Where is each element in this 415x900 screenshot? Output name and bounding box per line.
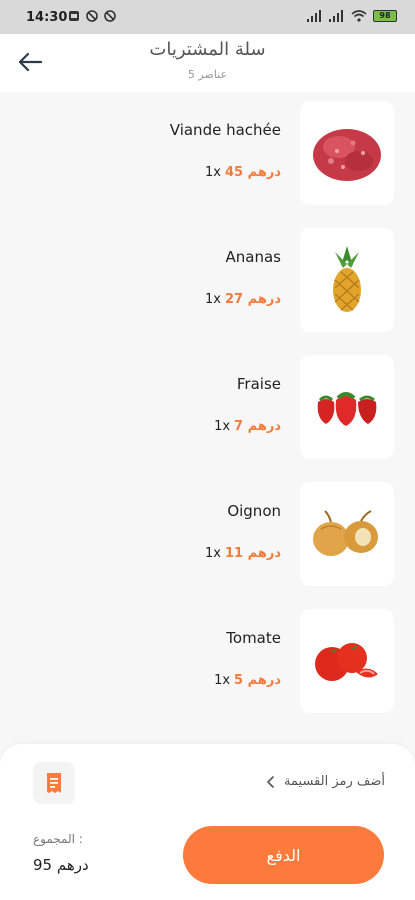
checkout-panel: أضف رمز القسيمة المجموع : 95 درهم الدفع xyxy=(0,744,415,900)
item-price: 7 درهم xyxy=(234,419,281,434)
item-qty-price: 1x 45 درهم xyxy=(205,165,281,180)
cart-item[interactable]: Oignon 1x 11 درهم xyxy=(0,482,415,592)
cart-item[interactable]: Ananas 1x 27 درهم xyxy=(0,228,415,338)
total-value: 95 درهم xyxy=(33,856,89,874)
status-time: 14:30 xyxy=(26,10,68,25)
item-price: 5 درهم xyxy=(234,673,281,688)
item-name: Fraise xyxy=(236,375,281,393)
receipt-icon[interactable] xyxy=(33,762,75,804)
item-qty-price: 1x 5 درهم xyxy=(214,673,281,688)
item-name: Ananas xyxy=(225,248,281,266)
notification-icon xyxy=(69,11,79,21)
status-icons: 98 xyxy=(307,9,397,23)
sync-off-icon-2 xyxy=(104,10,116,22)
tomato-image xyxy=(300,609,394,713)
item-qty: 1x xyxy=(205,292,221,307)
page-title: سلة المشتريات xyxy=(149,39,266,60)
minced-meat-image xyxy=(300,101,394,205)
onion-image xyxy=(300,482,394,586)
item-qty: 1x xyxy=(205,546,221,561)
item-qty-price: 1x 27 درهم xyxy=(205,292,281,307)
cart-item[interactable]: Tomate 1x 5 درهم xyxy=(0,609,415,719)
pay-button[interactable]: الدفع xyxy=(183,826,384,884)
item-qty: 1x xyxy=(205,165,221,180)
coupon-label: أضف رمز القسيمة xyxy=(284,774,385,789)
battery-level: 98 xyxy=(379,11,391,20)
item-price: 11 درهم xyxy=(225,546,281,561)
signal-icon xyxy=(307,10,321,22)
battery-icon: 98 xyxy=(373,10,397,22)
item-qty: 1x xyxy=(214,419,231,434)
item-price: 27 درهم xyxy=(225,292,281,307)
pineapple-image xyxy=(300,228,394,332)
chevron-left-icon xyxy=(267,775,274,788)
item-name: Viande hachée xyxy=(169,121,281,139)
item-qty-price: 1x 7 درهم xyxy=(214,419,281,434)
item-qty-price: 1x 11 درهم xyxy=(205,546,281,561)
cart-item[interactable]: Viande hachée 1x 45 درهم xyxy=(0,101,415,211)
strawberry-image xyxy=(300,355,394,459)
signal-icon-2 xyxy=(329,10,343,22)
sync-off-icon xyxy=(86,10,98,22)
status-bar: 14:30 98 xyxy=(0,0,415,34)
total-label: المجموع : xyxy=(33,832,83,846)
wifi-icon xyxy=(351,10,367,22)
app-bar: سلة المشتريات عناصر 5 xyxy=(0,34,415,92)
add-coupon-link[interactable]: أضف رمز القسيمة xyxy=(266,774,385,789)
item-qty: 1x xyxy=(214,673,231,688)
item-price: 45 درهم xyxy=(225,165,281,180)
cart-item[interactable]: Fraise 1x 7 درهم xyxy=(0,355,415,465)
item-name: Tomate xyxy=(226,629,281,647)
item-count: عناصر 5 xyxy=(187,68,228,81)
item-name: Oignon xyxy=(227,502,281,520)
